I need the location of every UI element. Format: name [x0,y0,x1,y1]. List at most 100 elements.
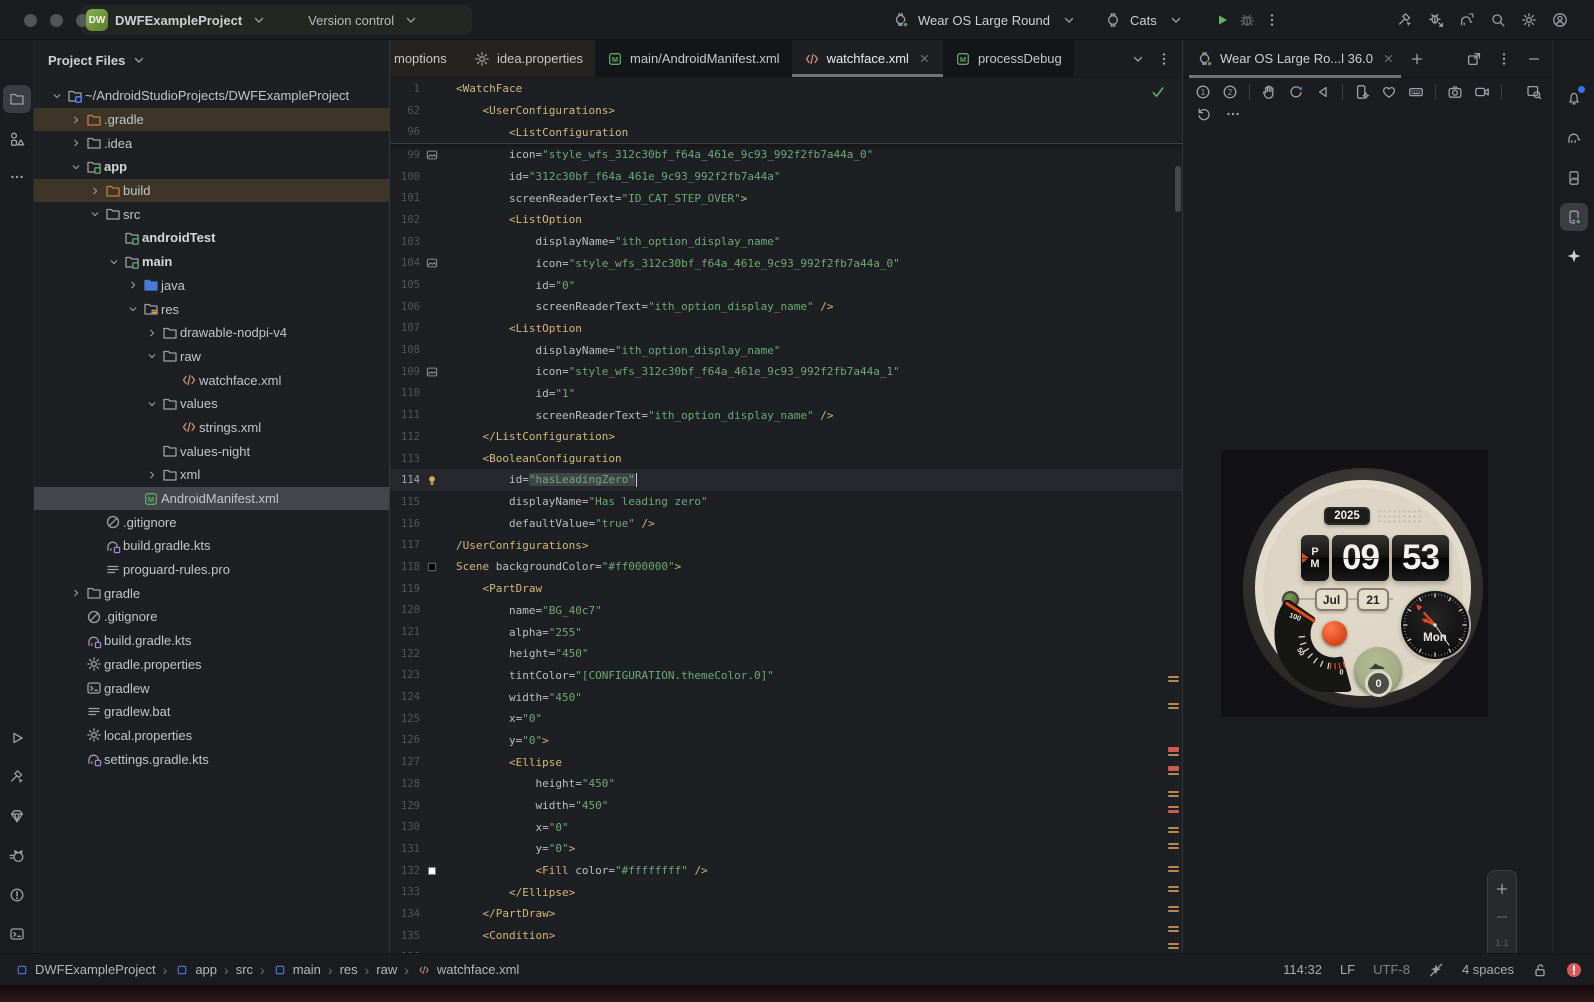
code-line-100[interactable]: 100 id="312c30bf_f64a_461e_9c93_992f2fb7… [390,166,1182,188]
hidden-tabs-chevron-icon[interactable] [1130,51,1146,67]
stripe-warning-mark[interactable] [1168,680,1179,682]
stripe-warning-mark[interactable] [1168,795,1179,797]
code-line-117[interactable]: 117/UserConfigurations> [390,534,1182,556]
code-line-133[interactable]: 133 </Ellipse> [390,881,1182,903]
editor-tab-processdebug[interactable]: MprocessDebug [942,40,1074,77]
code-line-101[interactable]: 101 screenReaderText="ID_CAT_STEP_OVER"> [390,187,1182,209]
stripe-warning-mark[interactable] [1168,847,1179,849]
tree-item-androidmanifest.xml[interactable]: M AndroidManifest.xml [34,486,389,511]
stripe-warning-mark[interactable] [1168,870,1179,872]
tree-item-settings.gradle.kts[interactable]: settings.gradle.kts [34,747,389,771]
tool-strip-project[interactable] [3,85,31,113]
chevron-down-icon[interactable] [48,88,65,104]
stripe-warning-mark[interactable] [1168,703,1179,705]
tool-strip-logcat[interactable] [3,842,31,870]
code-line-62[interactable]: 62 <UserConfigurations> [390,100,1182,122]
stripe-warning-mark[interactable] [1168,676,1179,678]
tree-item-gradlew.bat[interactable]: gradlew.bat [34,700,389,724]
stripe-warning-mark[interactable] [1168,866,1179,868]
chevron-down-icon[interactable] [143,396,160,412]
code-line-110[interactable]: 110 id="1" [390,383,1182,405]
close-tab-icon[interactable] [918,52,931,65]
stripe-warning-mark[interactable] [1168,930,1179,932]
tree-item-gradlew[interactable]: gradlew [34,676,389,700]
code-line-109[interactable]: 109 icon="style_wfs_312c30bf_f64a_461e_9… [390,361,1182,383]
stripe-warning-mark[interactable] [1168,773,1179,775]
code-line-114[interactable]: 114 id="hasLeadingZero" [390,469,1182,492]
code-editor[interactable]: 1 <WatchFace 62 <UserConfigurations> 96 <Li… [390,78,1182,953]
chevron-right-icon[interactable] [86,183,103,199]
project-name-button[interactable]: DWFExampleProject [115,13,242,28]
code-line-116[interactable]: 116 defaultValue="true" /> [390,513,1182,535]
tool-strip-running-devices[interactable] [1560,203,1588,231]
tree-item-local.properties[interactable]: local.properties [34,724,389,748]
code-line-129[interactable]: 129 width="450" [390,795,1182,817]
reset-button[interactable] [1195,106,1211,122]
tree-item-gradle.properties[interactable]: gradle.properties [34,653,389,677]
open-in-new-window-button[interactable] [1466,51,1482,67]
code-line-132[interactable]: 132 <Fill color="#ffffffff" /> [390,860,1182,882]
tree-item-.gitignore[interactable]: .gitignore [34,510,389,534]
code-line-99[interactable]: 99 icon="style_wfs_312c30bf_f64a_461e_9c… [390,144,1182,166]
tree-item-src[interactable]: src [34,202,389,226]
tree-item-watchface.xml[interactable]: watchface.xml [34,368,389,392]
screenshot-button[interactable] [1447,84,1463,100]
tool-strip-problems[interactable] [3,881,31,909]
tree-item-proguard-rules.pro[interactable]: proguard-rules.pro [34,558,389,582]
chevron-down-icon[interactable] [86,206,103,222]
search-everywhere-icon[interactable] [1490,12,1506,28]
stripe-error-mark[interactable] [1168,766,1179,771]
stripe-warning-mark[interactable] [1168,707,1179,709]
code-line-123[interactable]: 123 tintColor="[CONFIGURATION.themeColor… [390,665,1182,687]
editor-tab-watchface.xml[interactable]: watchface.xml [791,40,944,77]
device-screen[interactable]: 2025 P M 09 53 Jul 21 Mon 100 50 0 0 [1221,450,1488,717]
tree-item-build.gradle.kts[interactable]: build.gradle.kts [34,629,389,653]
breadcrumb-dwfexampleproject[interactable]: DWFExampleProject [14,962,156,978]
stripe-warning-mark[interactable] [1168,831,1179,833]
back-button[interactable] [1315,84,1331,100]
chevron-right-icon[interactable] [143,325,160,341]
stripe-error-mark[interactable] [1168,747,1179,752]
project-view-header[interactable]: Project Files [34,40,389,80]
code-line-112[interactable]: 112 </ListConfiguration> [390,426,1182,448]
tool-strip-device-manager[interactable] [1560,164,1588,192]
error-indicator-icon[interactable] [1566,962,1582,978]
input-button[interactable] [1408,84,1424,100]
panel-options-button[interactable] [1496,51,1512,67]
chevron-right-icon[interactable] [67,585,84,601]
tree-item-.idea[interactable]: .idea [34,131,389,155]
ai-assistant-off-icon[interactable] [1428,962,1444,978]
code-line-134[interactable]: 134 </PartDraw> [390,903,1182,925]
tool-strip-notifications[interactable] [1560,84,1588,112]
code-line-1[interactable]: 1 <WatchFace [390,78,1182,100]
more-run-actions-button[interactable] [1264,12,1280,28]
zoom-in-button[interactable] [1494,881,1510,897]
stripe-warning-mark[interactable] [1168,843,1179,845]
hand-gesture-button[interactable] [1261,84,1277,100]
code-line-104[interactable]: 104 icon="style_wfs_312c30bf_f64a_461e_9… [390,253,1182,275]
add-device-tab-button[interactable] [1409,51,1425,67]
tool-strip-build[interactable] [3,763,31,791]
tree-item-java[interactable]: java [34,274,389,298]
profiler-icon[interactable] [1428,12,1444,28]
tree-item-drawable-nodpi-v4[interactable]: drawable-nodpi-v4 [34,321,389,345]
tree-item-gradle[interactable]: gradle [34,581,389,605]
chevron-right-icon[interactable] [67,135,84,151]
caret-position-widget[interactable]: 114:32 [1283,962,1322,977]
build-tools-icon[interactable] [1397,12,1413,28]
code-line-126[interactable]: 126 y="0"> [390,730,1182,752]
code-line-102[interactable]: 102 <ListOption [390,209,1182,231]
code-line-106[interactable]: 106 screenReaderText="ith_option_display… [390,296,1182,318]
account-icon[interactable] [1552,12,1568,28]
device-settings-button[interactable] [1354,84,1370,100]
chevron-right-icon[interactable] [124,277,141,293]
tree-item-xml[interactable]: xml [34,463,389,487]
code-line-107[interactable]: 107 <ListOption [390,318,1182,340]
code-line-113[interactable]: 113 <BooleanConfiguration [390,448,1182,470]
code-line-115[interactable]: 115 displayName="Has leading zero" [390,491,1182,513]
tree-item-values-night[interactable]: values-night [34,439,389,463]
breadcrumb-src[interactable]: src [236,962,253,977]
more-button[interactable] [1225,106,1241,122]
line-separator-widget[interactable]: LF [1340,962,1355,977]
indent-widget[interactable]: 4 spaces [1462,962,1514,977]
